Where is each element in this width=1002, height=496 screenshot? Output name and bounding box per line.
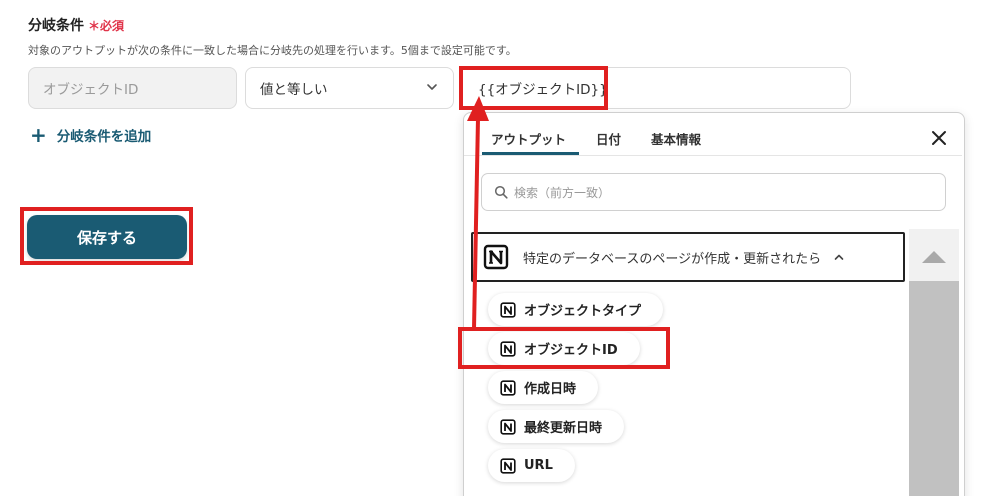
scrollbar[interactable] [909,229,959,496]
tab-date[interactable]: 日付 [596,129,621,148]
plus-icon: + [30,123,47,147]
output-picker-panel: アウトプット 日付 基本情報 検索（前方一致） 特定のデータベースのページが作成… [463,112,965,496]
output-item-label: オブジェクトタイプ [524,304,642,319]
output-item-label: 最終更新日時 [524,421,603,436]
scrollbar-thumb[interactable] [909,281,959,496]
condition-operator-value: 値と等しい [260,82,328,98]
search-placeholder: 検索（前方一致） [514,185,611,200]
output-item-last-edited-time[interactable]: 最終更新日時 [488,410,625,443]
output-item-object-type[interactable]: オブジェクトタイプ [488,293,664,326]
tab-divider [464,155,962,156]
notion-icon [500,379,516,396]
search-icon [494,185,508,199]
branch-condition-editor: 分岐条件 ＊必須 対象のアウトプットが次の条件に一致した場合に分岐先の処理を行い… [0,0,1002,496]
search-input[interactable]: 検索（前方一致） [481,173,946,211]
tab-output[interactable]: アウトプット [491,129,566,148]
chevron-down-icon [427,84,437,90]
close-icon[interactable] [930,129,948,147]
output-item-label: 作成日時 [524,382,577,397]
scroll-up-arrow-icon[interactable] [921,250,947,264]
notion-icon [500,301,516,318]
output-item-created-time[interactable]: 作成日時 [488,371,599,404]
notion-icon [483,244,509,270]
tab-basic-info[interactable]: 基本情報 [651,129,701,148]
trigger-group-header[interactable]: 特定のデータベースのページが作成・更新されたら [471,232,905,282]
add-condition-link[interactable]: + 分岐条件を追加 [30,125,151,145]
output-item-url[interactable]: URL [488,449,575,482]
condition-operator-select[interactable]: 値と等しい [245,67,454,109]
output-item-label: URL [524,458,553,473]
save-button-highlight [20,207,193,265]
add-condition-label: 分岐条件を追加 [56,129,152,145]
chevron-up-icon [834,254,844,260]
condition-field-input[interactable]: オブジェクトID [28,67,237,109]
required-badge: ＊必須 [88,19,125,33]
condition-field-placeholder: オブジェクトID [43,82,139,98]
field-title: 分岐条件 [28,18,84,34]
notion-icon [500,457,516,474]
object-id-item-highlight [458,327,670,369]
notion-icon [500,418,516,435]
field-description: 対象のアウトプットが次の条件に一致した場合に分岐先の処理を行います。5個まで設定… [28,44,517,57]
value-input-highlight [459,66,608,110]
trigger-group-label: 特定のデータベースのページが作成・更新されたら [523,251,822,267]
